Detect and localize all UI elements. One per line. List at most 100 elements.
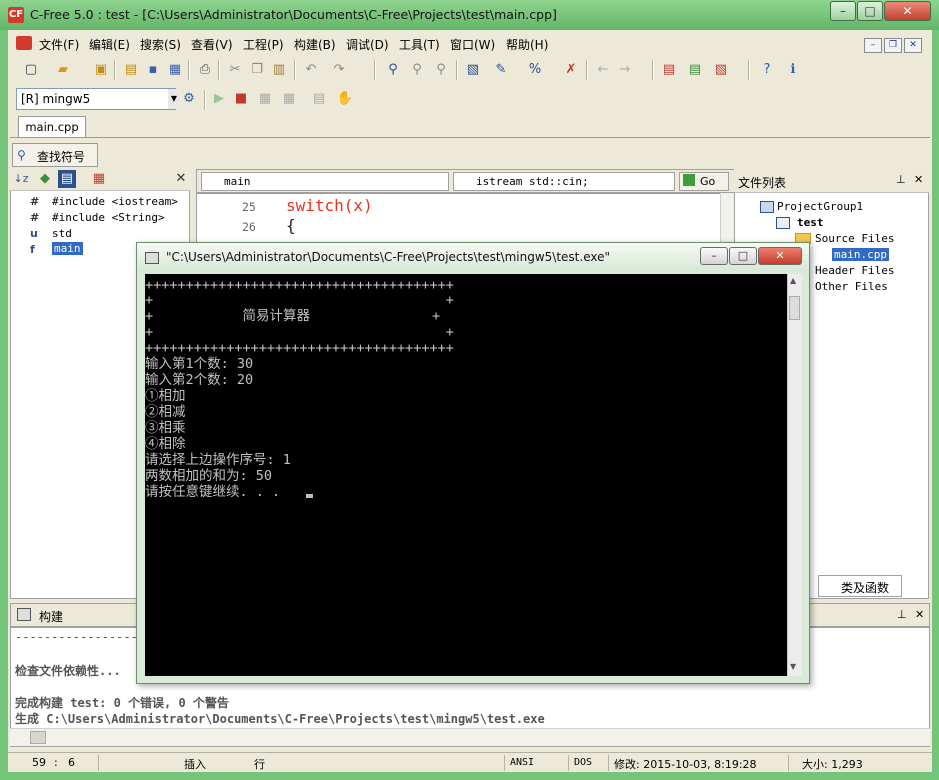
menu-view[interactable]: 查看(V) (191, 36, 233, 53)
close-button[interactable]: ✕ (884, 1, 931, 21)
debug-icon[interactable]: ▤ (310, 90, 328, 108)
menu-tools[interactable]: 工具(T) (399, 36, 440, 53)
scroll-thumb[interactable] (30, 731, 46, 744)
mdi-close-button[interactable]: ✕ (904, 38, 922, 53)
menu-file[interactable]: 文件(F) (39, 36, 79, 53)
scroll-thumb[interactable] (789, 296, 800, 320)
build-title: 构建 (39, 610, 64, 624)
info-icon[interactable]: ℹ (784, 61, 802, 79)
undo-icon[interactable]: ↶ (302, 61, 320, 79)
build-output-line: 检查文件依赖性... (15, 664, 121, 678)
pin-icon[interactable]: ⊥ (897, 608, 907, 621)
forward-icon[interactable]: → (616, 61, 634, 79)
menu-project[interactable]: 工程(P) (243, 36, 284, 53)
status-separator (504, 755, 505, 771)
compile-icon[interactable]: ▦ (256, 90, 274, 108)
menu-edit[interactable]: 编辑(E) (89, 36, 130, 53)
tree-view-icon[interactable]: ▦ (90, 170, 108, 188)
tree-item-project[interactable]: test (797, 216, 824, 229)
mdi-minimize-button[interactable]: – (864, 38, 882, 53)
symbol-item-selected[interactable]: main (52, 242, 83, 255)
hand-icon[interactable]: ✋ (336, 90, 354, 108)
paste-icon[interactable]: ▥ (270, 61, 288, 79)
scroll-down-icon[interactable]: ▼ (790, 662, 796, 671)
document-icon[interactable] (16, 36, 32, 50)
tab-classes-functions[interactable]: 类及函数 (818, 575, 902, 597)
status-insert: 插入 (184, 758, 206, 771)
tree-item-source-files[interactable]: Source Files (815, 232, 894, 245)
cut-icon[interactable]: ✂ (226, 61, 244, 79)
status-line: 59 (32, 756, 46, 769)
next-bookmark-icon[interactable]: ▤ (686, 61, 704, 79)
close-icon[interactable]: ✕ (172, 170, 190, 188)
editor-navbar: main istream std::cin; Go (196, 169, 736, 193)
clear-bookmarks-icon[interactable]: ▧ (712, 61, 730, 79)
find-icon[interactable]: ⚲ (384, 61, 402, 79)
symbol-item[interactable]: std (52, 227, 72, 240)
redo-icon[interactable]: ↷ (330, 61, 348, 79)
comment-icon[interactable]: % (526, 61, 544, 79)
console-close-button[interactable]: ✕ (758, 247, 802, 265)
format-icon[interactable]: ✎ (492, 61, 510, 79)
category-icon[interactable]: ◆ (36, 170, 54, 188)
new-file-icon[interactable]: ▢ (22, 61, 40, 79)
find-next-icon[interactable]: ⚲ (408, 61, 426, 79)
symbol-item[interactable]: #include <iostream> (52, 195, 178, 208)
console-maximize-button[interactable]: □ (729, 247, 757, 265)
console-scrollbar[interactable]: ▲ ▼ (787, 274, 802, 676)
console-line: 请选择上边操作序号: 1 (145, 452, 291, 468)
function-combo[interactable]: main (201, 172, 449, 191)
scroll-up-icon[interactable]: ▲ (790, 276, 796, 285)
menu-debug[interactable]: 调试(D) (346, 36, 389, 53)
scope-combo[interactable]: istream std::cin; (453, 172, 675, 191)
symbol-toolbar: ↓z ◆ ▤ ▦ ✕ (10, 169, 190, 191)
go-icon (683, 174, 695, 186)
bookmark-icon[interactable]: ▤ (660, 61, 678, 79)
menu-build[interactable]: 构建(B) (294, 36, 336, 53)
copy-icon[interactable]: ❐ (248, 61, 266, 79)
minimize-button[interactable]: – (830, 1, 856, 21)
chevron-down-icon[interactable]: ▼ (168, 89, 180, 109)
symbol-item[interactable]: #include <String> (52, 211, 165, 224)
menu-search[interactable]: 搜索(S) (140, 36, 181, 53)
status-size: 大小: 1,293 (802, 758, 863, 771)
menu-help[interactable]: 帮助(H) (506, 36, 548, 53)
close-icon[interactable]: ✕ (914, 173, 923, 186)
console-minimize-button[interactable]: – (700, 247, 728, 265)
mdi-restore-button[interactable]: ❐ (884, 38, 902, 53)
build-all-icon[interactable]: ▦ (280, 90, 298, 108)
compiler-select[interactable]: [R] mingw5 (16, 88, 176, 110)
find-in-files-icon[interactable]: ▧ (464, 61, 482, 79)
find-prev-icon[interactable]: ⚲ (432, 61, 450, 79)
stop-icon[interactable]: ■ (232, 90, 250, 108)
tree-item-main-cpp[interactable]: main.cpp (832, 248, 889, 261)
menu-window[interactable]: 窗口(W) (450, 36, 495, 53)
build-icon (17, 608, 31, 621)
open-project-icon[interactable]: ▣ (92, 61, 110, 79)
tab-main-cpp[interactable]: main.cpp (18, 116, 86, 138)
open-folder-icon[interactable]: ▰ (54, 61, 72, 79)
uncomment-icon[interactable]: ✗ (562, 61, 580, 79)
help-icon[interactable]: ? (758, 61, 776, 79)
list-view-icon[interactable]: ▤ (58, 170, 76, 188)
save-icon[interactable]: ▪ (144, 61, 162, 79)
compiler-settings-icon[interactable]: ⚙ (180, 90, 198, 108)
print-icon[interactable]: ⎙ (196, 61, 214, 79)
close-icon[interactable]: ✕ (915, 608, 924, 621)
build-scrollbar[interactable] (10, 728, 930, 746)
status-col: 6 (68, 756, 75, 769)
code-line[interactable]: switch(x) (286, 196, 373, 215)
sort-icon[interactable]: ↓z (12, 170, 30, 188)
console-line: 输入第1个数: 30 (145, 356, 254, 372)
back-icon[interactable]: ← (594, 61, 612, 79)
maximize-button[interactable]: □ (857, 1, 883, 21)
tree-item-header-files[interactable]: Header Files (815, 264, 894, 277)
run-icon[interactable]: ▶ (210, 90, 228, 108)
pin-icon[interactable]: ⊥ (896, 173, 906, 186)
tree-item-project-group[interactable]: ProjectGroup1 (777, 200, 863, 213)
build-output-line: 完成构建 test: 0 个错误, 0 个警告 (15, 696, 229, 710)
tree-item-other-files[interactable]: Other Files (815, 280, 888, 293)
code-line[interactable]: { (286, 216, 296, 235)
save-all-icon[interactable]: ▦ (166, 61, 184, 79)
project-icon[interactable]: ▤ (122, 61, 140, 79)
